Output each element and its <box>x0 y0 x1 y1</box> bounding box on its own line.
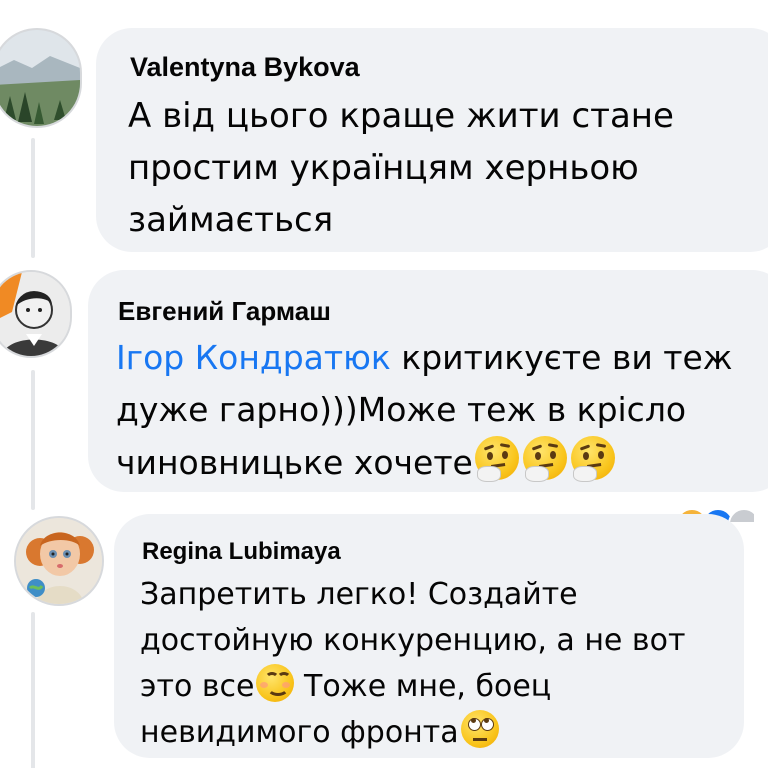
thinking-face-emoji <box>522 436 567 482</box>
comment-text-line: это все Тоже мне, боец <box>140 664 685 710</box>
comment-text: Запретить легко! Создайте достойную конк… <box>140 572 685 756</box>
thread-line <box>31 612 35 768</box>
comment-text-line: Ігор Кондратюк критикуєте ви теж <box>116 332 733 384</box>
user-mention-link[interactable]: Ігор Кондратюк <box>116 338 391 377</box>
comment-text-line: дуже гарно)))Може теж в крісло <box>116 390 687 429</box>
eye-roll-emoji <box>460 710 499 748</box>
thread-line <box>31 370 35 510</box>
thread-line <box>31 138 35 258</box>
thinking-face-emoji <box>570 436 615 482</box>
avatar-regina-lubimaya[interactable] <box>14 516 104 606</box>
comment-text-fragment: критикуєте ви теж <box>390 338 733 377</box>
comment-text-line: простим українцям херньою <box>128 148 639 188</box>
comment-text-fragment: невидимого фронта <box>140 715 459 750</box>
comment-text-line: достойную конкуренцию, а не вот <box>140 623 686 658</box>
comment-author-name[interactable]: Regina Lubimaya <box>142 538 341 566</box>
comment-text: А від цього краще жити стане простим укр… <box>128 90 674 246</box>
avatar-evgeniy-garmash[interactable] <box>0 270 72 358</box>
comment-text-fragment: чиновницьке хочете <box>116 443 473 482</box>
landscape-avatar-image <box>0 30 80 126</box>
comment-text-line: чиновницьке хочете <box>116 436 733 489</box>
love-reaction-icon <box>728 508 754 522</box>
portrait-avatar-image <box>0 272 70 356</box>
comment-bubble: Regina Lubimaya Запретить легко! Создайт… <box>114 514 744 758</box>
comment-text: Ігор Кондратюк критикуєте ви теж дуже га… <box>116 332 733 489</box>
comment-text-line: невидимого фронта <box>140 710 685 756</box>
comment-author-name[interactable]: Valentyna Bykova <box>130 52 360 83</box>
comment-bubble: Евгений Гармаш Ігор Кондратюк критикуєте… <box>88 270 768 492</box>
comment-text-fragment: Тоже мне, боец <box>294 669 552 704</box>
avatar-valentyna-bykova[interactable] <box>0 28 82 128</box>
comment-text-line: Запретить легко! Создайте <box>140 577 578 612</box>
comment-text-line: А від цього краще жити стане <box>128 96 674 136</box>
comment-author-name[interactable]: Евгений Гармаш <box>118 296 331 327</box>
comment-bubble: Valentyna Bykova А від цього краще жити … <box>96 28 768 252</box>
doll-avatar-image <box>16 518 102 604</box>
comment-text-line: займається <box>128 200 334 240</box>
thinking-face-emoji <box>474 436 519 482</box>
comment-text-fragment: это все <box>140 669 255 704</box>
comment-thread: Valentyna Bykova А від цього краще жити … <box>0 0 768 768</box>
smiling-face-emoji <box>256 664 295 702</box>
